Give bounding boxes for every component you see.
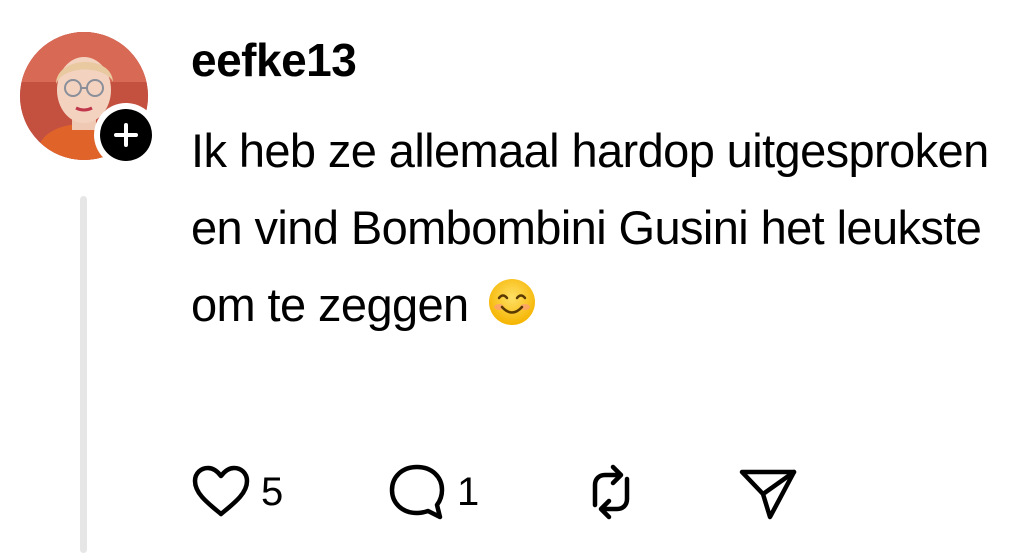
heart-icon [192,465,250,517]
action-bar: 5 1 [191,458,811,526]
follow-button-circle [100,109,152,161]
repost-icon [592,464,630,520]
comment-bubble-icon [389,464,445,520]
post-text: Ik heb ze allemaal hardop uitgesproken e… [191,112,1001,349]
like-button[interactable]: 5 [191,458,283,526]
repost-button[interactable] [581,458,641,526]
reply-count: 1 [457,470,480,514]
plus-icon [114,123,138,147]
send-icon [739,469,797,520]
username[interactable]: eefke13 [191,32,357,88]
post-body: Ik heb ze allemaal hardop uitgesproken e… [191,124,989,331]
follow-button[interactable] [94,103,158,167]
thread-post: eefke13 Ik heb ze allemaal hardop uitges… [0,0,1024,553]
share-button[interactable] [737,458,799,526]
reply-button[interactable]: 1 [387,458,479,526]
thread-line [80,196,87,553]
smiling-face-icon [487,272,537,349]
like-count: 5 [261,470,284,514]
